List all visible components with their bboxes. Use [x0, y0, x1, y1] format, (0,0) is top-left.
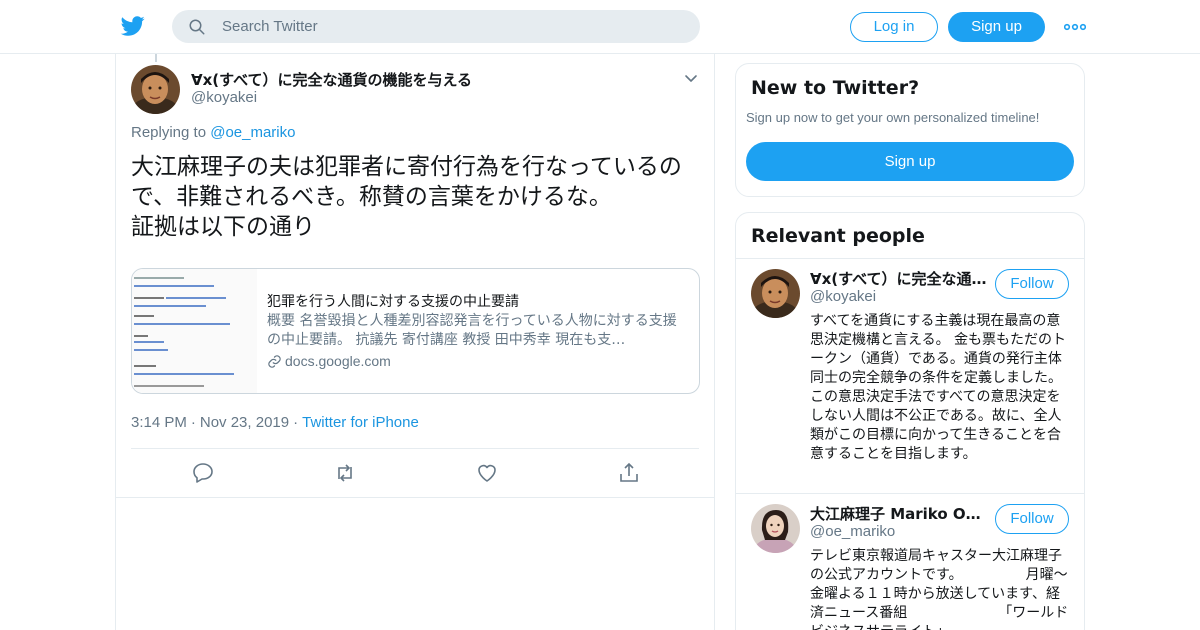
reply-icon[interactable]	[191, 461, 215, 485]
card-domain-text[interactable]: docs.google.com	[285, 353, 391, 369]
tweet-time[interactable]: 3:14 PM	[131, 414, 187, 431]
signup-button[interactable]: Sign up	[948, 12, 1045, 42]
top-navigation-bar: Search Twitter Log in Sign up	[0, 0, 1200, 54]
twitter-bird-icon[interactable]	[120, 14, 146, 38]
tweet-text-line: 証拠は以下の通り	[131, 214, 315, 240]
card-description: 概要 名誉毀損と人種差別容認発言を行っている人物に対する支援の中止要請。 抗議先…	[267, 313, 677, 348]
person-name[interactable]: 大江麻理子 Mariko Oe	[810, 503, 990, 524]
person-item[interactable]: 大江麻理子 Mariko Oe @oe_mariko Follow テレビ東京報…	[736, 494, 1084, 630]
person-handle[interactable]: @koyakei	[810, 288, 876, 305]
panel-title: New to Twitter?	[751, 77, 920, 99]
follow-button[interactable]: Follow	[995, 504, 1069, 534]
login-button[interactable]: Log in	[850, 12, 938, 42]
person-name[interactable]: ∀x(すべて）に完全な通…	[810, 268, 990, 289]
share-icon[interactable]	[617, 461, 641, 485]
person-name-text[interactable]: 大江麻理子 Mariko Oe	[810, 505, 981, 523]
tweet-date[interactable]: Nov 23, 2019	[200, 414, 289, 431]
tweet-source[interactable]: Twitter for iPhone	[302, 414, 419, 431]
separator-dot: ·	[190, 414, 196, 431]
tweet-text-line: で、非難されるべき。称賛の言葉をかけるな。	[131, 184, 612, 210]
relevant-people-panel: Relevant people ∀x(すべて）に完全な通… @koyakei F…	[735, 212, 1085, 630]
follow-button[interactable]: Follow	[995, 269, 1069, 299]
panel-subtitle: Sign up now to get your own personalized…	[746, 110, 1040, 125]
divider	[131, 448, 699, 449]
card-thumbnail	[132, 269, 257, 393]
link-card[interactable]: 犯罪を行う人間に対する支援の中止要請 概要 名誉毀損と人種差別容認発言を行ってい…	[131, 268, 700, 394]
replying-to-link[interactable]: @oe_mariko	[210, 124, 295, 141]
author-name[interactable]: ∀x(すべて）に完全な通貨の機能を与える	[191, 69, 472, 90]
search-box[interactable]: Search Twitter	[172, 10, 700, 43]
chevron-down-icon[interactable]	[683, 70, 699, 86]
search-icon	[189, 19, 205, 35]
card-title[interactable]: 犯罪を行う人間に対する支援の中止要請	[267, 291, 519, 311]
like-icon[interactable]	[475, 461, 499, 485]
link-icon	[268, 355, 281, 368]
tweet-text-line: 大江麻理子の夫は犯罪者に寄付行為を行なっているの	[131, 154, 682, 180]
person-bio: すべてを通貨にする主義は現在最高の意思決定機構と言える。 金も票もただのトークン…	[810, 313, 1067, 462]
tweet-text: 大江麻理子の夫は犯罪者に寄付行為を行なっているの で、非難されるべき。称賛の言葉…	[131, 152, 701, 242]
retweet-icon[interactable]	[333, 461, 357, 485]
tweet-detail: ∀x(すべて）に完全な通貨の機能を与える @koyakei Replying t…	[116, 54, 714, 498]
person-avatar[interactable]	[751, 269, 800, 318]
person-item[interactable]: ∀x(すべて）に完全な通… @koyakei Follow すべてを通貨にする主…	[736, 259, 1084, 493]
search-input-placeholder[interactable]: Search Twitter	[222, 18, 318, 35]
more-dots-icon[interactable]	[1064, 18, 1086, 36]
person-bio: テレビ東京報道局キャスター大江麻理子の公式アカウントです。 月曜～金曜よる１１時…	[810, 548, 1069, 630]
replying-prefix: Replying to	[131, 124, 207, 141]
panel-title: Relevant people	[751, 225, 925, 247]
person-avatar[interactable]	[751, 504, 800, 553]
author-handle[interactable]: @koyakei	[191, 89, 257, 106]
new-to-twitter-panel: New to Twitter? Sign up now to get your …	[735, 63, 1085, 197]
replying-to-line: Replying to @oe_mariko	[131, 124, 295, 141]
sidebar-signup-button[interactable]: Sign up	[746, 142, 1074, 181]
author-avatar[interactable]	[131, 65, 180, 114]
tweet-column: ∀x(すべて）に完全な通貨の機能を与える @koyakei Replying t…	[115, 54, 715, 630]
person-handle[interactable]: @oe_mariko	[810, 523, 895, 540]
card-domain[interactable]: docs.google.com	[267, 353, 391, 369]
separator-dot: ·	[293, 414, 299, 431]
tweet-meta: 3:14 PM · Nov 23, 2019 · Twitter for iPhone	[131, 414, 419, 431]
